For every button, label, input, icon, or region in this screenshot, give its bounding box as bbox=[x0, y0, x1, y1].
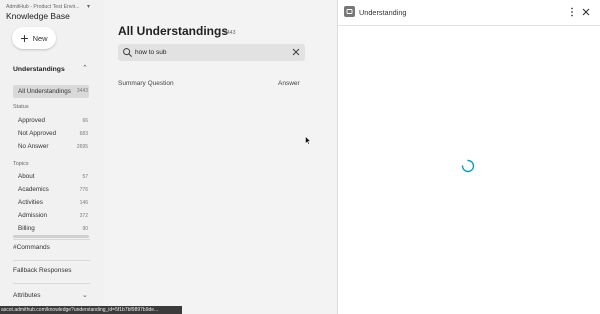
new-button[interactable]: + New bbox=[12, 27, 56, 49]
sidebar-item-not-approved[interactable]: Not Approved 683 bbox=[18, 130, 88, 140]
panel-title: Understanding bbox=[359, 8, 407, 17]
sidebar-item-label: Academics bbox=[18, 186, 49, 193]
understanding-icon bbox=[344, 6, 355, 17]
sidebar-item-admission[interactable]: Admission 372 bbox=[18, 212, 88, 222]
sidebar-item-count: 2695 bbox=[76, 144, 88, 150]
sidebar-item-label: Billing bbox=[18, 225, 35, 232]
kb-title: Knowledge Base bbox=[6, 11, 70, 21]
sidebar-scrollbar[interactable] bbox=[13, 235, 89, 238]
sidebar-item-about[interactable]: About 57 bbox=[18, 173, 88, 183]
sidebar-item-count: 3443 bbox=[76, 88, 88, 94]
new-button-label: New bbox=[32, 33, 48, 43]
sidebar-item-label: Approved bbox=[18, 117, 45, 124]
sidebar-item-count: 90 bbox=[82, 226, 88, 232]
sidebar-item-count: 57 bbox=[82, 174, 88, 180]
sidebar-item-approved[interactable]: Approved 66 bbox=[18, 117, 88, 127]
sidebar-item-label: Admission bbox=[18, 212, 48, 219]
plus-icon: + bbox=[20, 30, 29, 46]
status-group-label: Status bbox=[13, 104, 29, 110]
sidebar-item-commands[interactable]: #Commands bbox=[13, 244, 50, 251]
sidebar-item-count: 776 bbox=[79, 187, 88, 193]
sidebar-item-no-answer[interactable]: No Answer 2695 bbox=[18, 143, 88, 153]
panel-header: Understanding bbox=[338, 0, 600, 26]
clear-icon[interactable] bbox=[291, 47, 301, 57]
understandings-section-header[interactable]: Understandings bbox=[13, 66, 65, 73]
column-header-answer[interactable]: Answer bbox=[278, 80, 300, 87]
sidebar-item-label: About bbox=[18, 173, 35, 180]
sidebar-item-label: All Understandings bbox=[18, 88, 71, 95]
sidebar: AdmitHub - Product Test Envir... ▾ Knowl… bbox=[0, 0, 104, 314]
column-header-summary-question[interactable]: Summary Question bbox=[118, 80, 174, 87]
more-options-icon[interactable] bbox=[569, 6, 575, 18]
divider bbox=[13, 239, 90, 240]
mouse-cursor-icon bbox=[305, 136, 311, 145]
search-bar[interactable] bbox=[118, 44, 305, 61]
link-status-bar: ascot.admithub.com/knowledge?understandi… bbox=[0, 306, 182, 314]
loading-spinner-icon bbox=[461, 159, 475, 173]
sidebar-item-label: Activities bbox=[18, 199, 43, 206]
topics-group-label: Topics bbox=[13, 161, 29, 167]
sidebar-item-fallback-responses[interactable]: Fallback Responses bbox=[13, 267, 72, 274]
understandings-count: 3443 bbox=[224, 30, 236, 36]
sidebar-item-activities[interactable]: Activities 146 bbox=[18, 199, 88, 209]
sidebar-item-label: Not Approved bbox=[18, 130, 57, 137]
chevron-down-icon[interactable]: ▾ bbox=[87, 3, 90, 10]
sidebar-item-billing[interactable]: Billing 90 bbox=[18, 225, 88, 235]
divider bbox=[13, 260, 90, 261]
search-icon bbox=[123, 48, 133, 58]
sidebar-item-count: 683 bbox=[79, 131, 88, 137]
sidebar-item-all-understandings[interactable]: All Understandings 3443 bbox=[13, 85, 89, 98]
sidebar-item-count: 372 bbox=[79, 213, 88, 219]
page-title: All Understandings bbox=[118, 24, 229, 38]
divider bbox=[13, 283, 90, 284]
chevron-up-icon[interactable]: ⌃ bbox=[82, 64, 88, 72]
close-icon[interactable] bbox=[582, 8, 590, 16]
org-switcher[interactable]: AdmitHub - Product Test Envir... bbox=[6, 4, 79, 10]
sidebar-item-attributes[interactable]: Attributes bbox=[13, 292, 40, 299]
understanding-panel: Understanding bbox=[337, 0, 600, 314]
sidebar-item-label: No Answer bbox=[18, 143, 49, 150]
sidebar-item-academics[interactable]: Academics 776 bbox=[18, 186, 88, 196]
sidebar-item-count: 146 bbox=[79, 200, 88, 206]
sidebar-item-count: 66 bbox=[82, 118, 88, 124]
search-input[interactable] bbox=[135, 46, 285, 59]
chevron-down-icon[interactable]: ⌄ bbox=[82, 291, 88, 299]
